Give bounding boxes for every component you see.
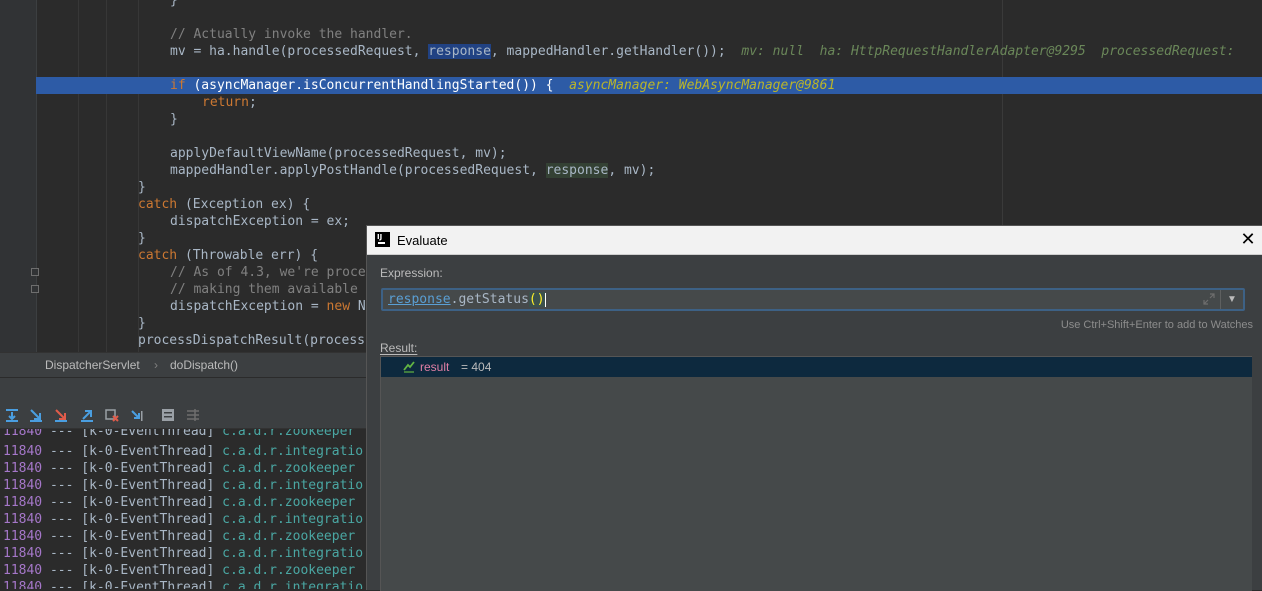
console-line: 11840 --- [k-0-EventThread] c.a.d.r.inte… [3,444,364,459]
indent-guide [78,0,79,352]
run-to-cursor-icon[interactable] [129,407,145,423]
code-line: } [170,112,178,127]
dialog-title: Evaluate [397,233,448,248]
result-row[interactable]: result = 404 [381,357,1252,377]
code-comment: // Actually invoke the handler. [170,27,413,42]
console-line: 11840 --- [k-0-EventThread] c.a.d.r.zook… [3,495,356,510]
console-line: 11840 --- [k-0-EventThread] c.a.d.r.inte… [3,478,364,493]
variable-response-usage[interactable]: response [545,163,609,178]
breadcrumb-separator: › [154,358,158,372]
code-line: catch (Throwable err) { [138,248,319,263]
history-dropdown-button[interactable]: ▼ [1220,290,1243,309]
result-label: Result: [380,341,418,355]
evaluate-dialog: Evaluate ✕ Expression: response.getStatu… [366,225,1262,591]
step-into-icon[interactable] [53,407,69,423]
console-line: 11840 --- [k-0-EventThread] c.a.d.r.zook… [3,461,356,476]
code-comment: // As of 4.3, we're proce [170,265,366,280]
code-line: } [138,316,146,331]
console-line: 11840 --- [k-0-EventThread] c.a.d.r.zook… [3,429,356,439]
code-line-if-async: if (asyncManager.isConcurrentHandlingSta… [170,78,836,93]
code-line: } [170,0,178,8]
result-value: = 404 [461,360,492,374]
console-line: 11840 --- [k-0-EventThread] c.a.d.r.inte… [3,580,364,589]
console-line: 11840 --- [k-0-EventThread] c.a.d.r.zook… [3,563,356,578]
step-over-icon[interactable] [28,407,44,423]
inline-debug-value: asyncManager: WebAsyncManager@9861 [569,78,836,93]
indent-guide [106,0,107,352]
code-comment: // making them available [170,282,366,297]
dialog-title-bar[interactable]: Evaluate ✕ [367,226,1262,255]
trace-settings-icon[interactable] [185,407,201,423]
fold-marker-icon[interactable] [31,268,39,276]
fold-marker-icon[interactable] [31,285,39,293]
expand-editor-icon[interactable] [1203,293,1215,305]
indent-guide [138,0,139,352]
watches-hint: Use Ctrl+Shift+Enter to add to Watches [1060,319,1253,331]
code-line: catch (Exception ex) { [138,197,311,212]
result-name: result [420,360,450,374]
breadcrumb-class[interactable]: DispatcherServlet [45,358,140,372]
inline-debug-value: mv: null ha: HttpRequestHandlerAdapter@9… [741,44,1235,59]
expression-label: Expression: [380,266,443,280]
variable-response-highlight[interactable]: response [428,44,491,59]
code-line: } [138,231,146,246]
console-line: 11840 --- [k-0-EventThread] c.a.d.r.zook… [3,529,356,544]
code-line: dispatchException = ex; [170,214,351,229]
expression-text[interactable]: response.getStatus() [388,292,546,307]
show-execution-point-icon[interactable] [4,407,20,423]
console-line: 11840 --- [k-0-EventThread] c.a.d.r.inte… [3,546,364,561]
code-line-handle: mv = ha.handle(processedRequest, respons… [170,44,1235,59]
code-line: mappedHandler.applyPostHandle(processedR… [170,163,656,178]
code-line: return; [202,95,257,110]
intellij-logo-icon [375,232,390,247]
code-line: applyDefaultViewName(processedRequest, m… [170,146,507,161]
drop-frame-icon[interactable] [104,407,120,423]
close-icon[interactable]: ✕ [1239,230,1257,248]
evaluate-expression-icon[interactable] [160,407,176,423]
breadcrumb-method[interactable]: doDispatch() [170,358,238,372]
result-tree[interactable]: result = 404 [380,356,1252,591]
console-line: 11840 --- [k-0-EventThread] c.a.d.r.inte… [3,512,364,527]
code-line: } [138,180,146,195]
expression-input[interactable]: response.getStatus() ▼ [381,288,1245,311]
editor-gutter[interactable] [0,0,37,352]
primitive-value-icon [403,361,415,373]
code-line: dispatchException = new N [170,299,366,314]
code-line: processDispatchResult(process [138,333,365,348]
step-out-icon[interactable] [79,407,95,423]
text-caret [544,292,546,307]
